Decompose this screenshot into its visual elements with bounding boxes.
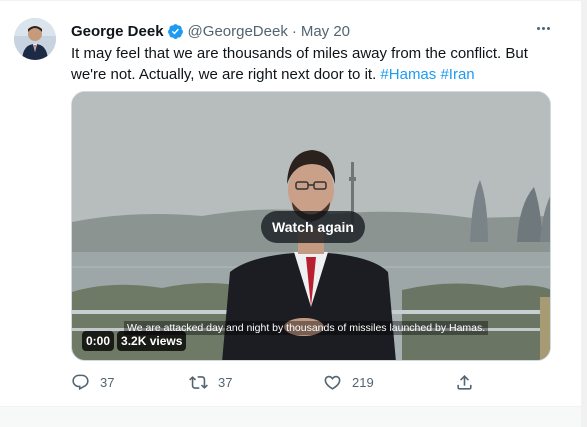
video-views: 3.2K views — [117, 331, 187, 351]
retweet-button[interactable]: 37 — [189, 373, 232, 392]
tweet-card[interactable]: George Deek @GeorgeDeek · May 20 It may … — [0, 0, 587, 406]
author-name[interactable]: George Deek — [71, 23, 164, 40]
hashtag-hamas[interactable]: #Hamas — [380, 66, 436, 83]
reply-count: 37 — [100, 375, 115, 390]
avatar[interactable] — [14, 18, 56, 60]
like-count: 219 — [352, 375, 374, 390]
verified-badge-icon — [167, 23, 184, 40]
hashtag-iran[interactable]: #Iran — [440, 66, 474, 83]
video-meta: 0:00 3.2K views — [82, 331, 187, 351]
tweet-actions: 37 37 219 — [71, 373, 491, 395]
reply-icon — [72, 374, 89, 391]
header-separator: · — [291, 22, 297, 40]
share-icon — [457, 375, 472, 390]
more-icon[interactable] — [532, 19, 554, 37]
scrollbar[interactable] — [581, 0, 587, 427]
tweet-header: George Deek @GeorgeDeek · May 20 — [71, 21, 551, 41]
author-handle[interactable]: @GeorgeDeek — [188, 23, 288, 40]
like-button[interactable]: 219 — [323, 373, 374, 392]
next-tweet-divider — [0, 406, 587, 427]
share-button[interactable] — [455, 373, 474, 392]
watch-again-button[interactable]: Watch again — [261, 211, 365, 243]
reply-button[interactable]: 37 — [71, 373, 114, 392]
tweet-date[interactable]: May 20 — [301, 23, 350, 40]
retweet-count: 37 — [218, 375, 233, 390]
tweet-text: It may feel that we are thousands of mil… — [71, 43, 556, 85]
retweet-icon — [189, 376, 208, 389]
heart-icon — [324, 375, 341, 390]
video-time: 0:00 — [82, 331, 115, 351]
video-player[interactable]: Watch again We are attacked day and nigh… — [71, 91, 551, 361]
